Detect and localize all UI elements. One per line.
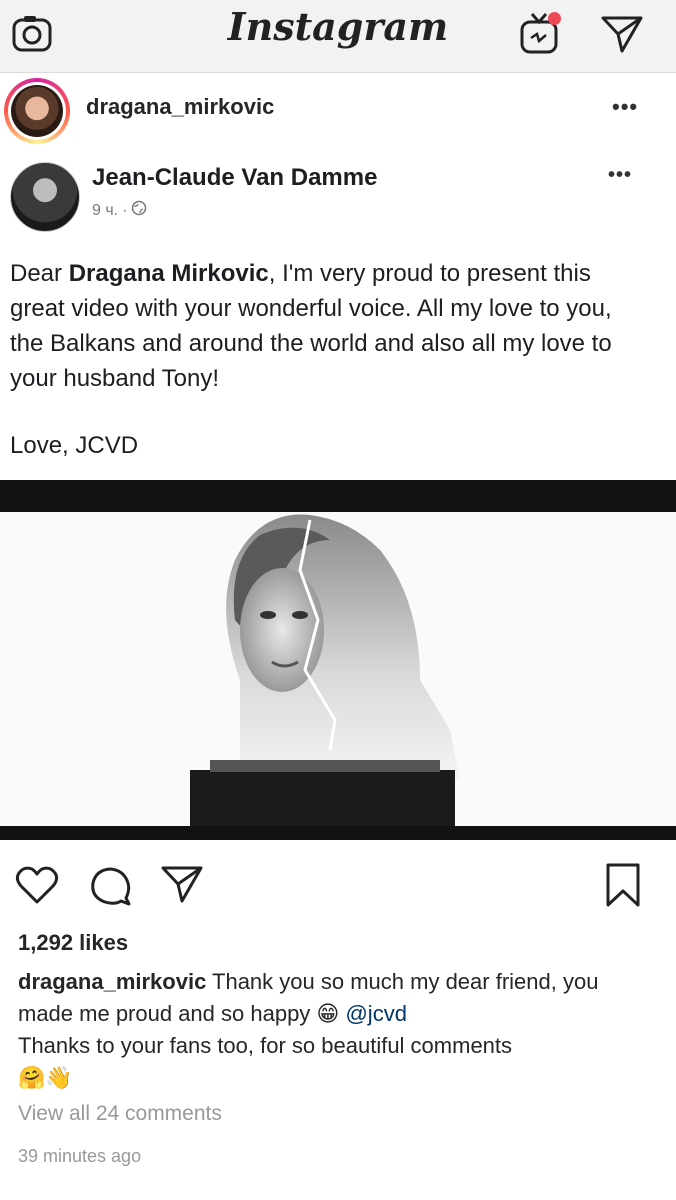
story-avatar[interactable] (4, 78, 70, 144)
post-image[interactable] (0, 480, 676, 840)
likes-count[interactable]: 1,292 likes (18, 930, 128, 956)
avatar (11, 85, 63, 137)
view-all-comments-link[interactable]: View all 24 comments (18, 1102, 222, 1126)
author-name: Jean-Claude Van Damme (92, 164, 378, 191)
letterbox-bottom (0, 826, 676, 840)
meta-separator: · (122, 201, 128, 219)
portrait-illustration (190, 514, 460, 826)
post-username[interactable]: dragana_mirkovic (86, 94, 274, 120)
caption-username[interactable]: dragana_mirkovic (18, 969, 206, 994)
text-bold-name: Dragana Mirkovic (68, 260, 269, 287)
post-caption: dragana_mirkovic Thank you so much my de… (18, 966, 658, 1094)
app-logo: Instagram (227, 4, 449, 49)
post-timestamp: 39 minutes ago (18, 1146, 142, 1166)
post-actions (0, 850, 676, 920)
caption-text-2: Thanks to your fans too, for so beautifu… (18, 1033, 513, 1058)
share-icon[interactable] (160, 864, 204, 909)
caption-mention[interactable]: @jcvd (345, 1001, 406, 1026)
embedded-more-icon: ••• (608, 164, 633, 186)
notification-dot (548, 12, 561, 25)
caption-emojis: 🤗👋 (18, 1065, 73, 1090)
text-prefix: Dear (10, 260, 69, 287)
embedded-post-text: Dear Dragana Mirkovic, I'm very proud to… (10, 256, 650, 396)
author-avatar (10, 162, 80, 232)
more-options-icon[interactable]: ••• (612, 94, 638, 120)
post-header: dragana_mirkovic ••• (0, 72, 676, 153)
bookmark-icon[interactable] (604, 862, 642, 913)
globe-icon (131, 200, 147, 221)
heart-icon[interactable] (14, 864, 60, 911)
post-meta: 9 ч. · (92, 200, 147, 221)
signature: Love, JCVD (10, 432, 139, 459)
embedded-post: Jean-Claude Van Damme 9 ч. · ••• Dear Dr… (0, 152, 676, 480)
post-time: 9 ч. (92, 201, 119, 219)
top-navigation-bar: Instagram (0, 0, 676, 73)
comment-icon[interactable] (88, 864, 132, 913)
igtv-icon[interactable] (518, 10, 564, 61)
direct-message-icon[interactable] (600, 14, 644, 59)
